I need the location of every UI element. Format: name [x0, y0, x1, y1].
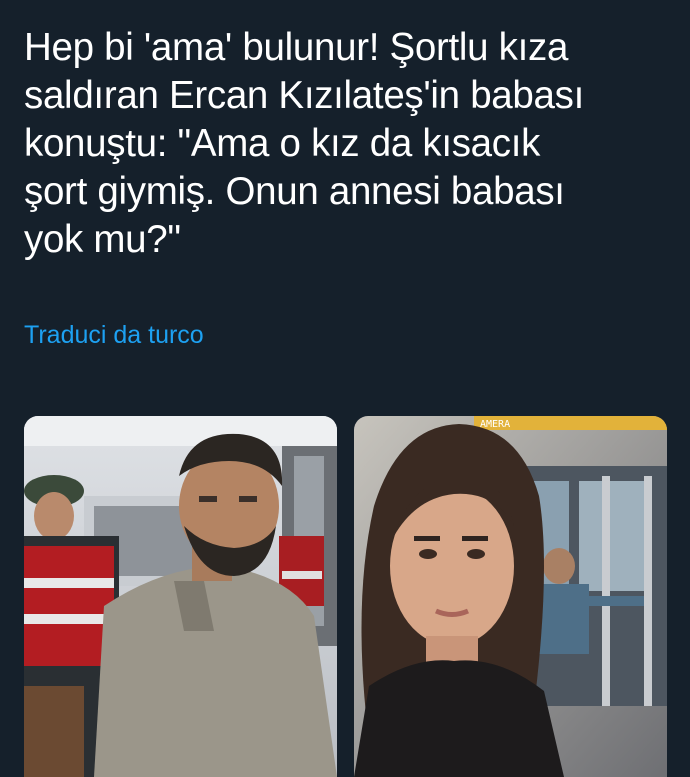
photo-illustration-man — [24, 416, 337, 777]
camera-overlay-text: AMERA — [480, 419, 510, 430]
tweet-text-line: saldıran Ercan Kızılateş'in babası — [24, 74, 584, 117]
tweet-text: Hep bi 'ama' bulunur! Şortlu kıza saldır… — [24, 24, 654, 264]
tweet-photo-right[interactable]: AMERA — [354, 416, 667, 777]
translate-link[interactable]: Traduci da turco — [24, 319, 204, 351]
tweet-photo-left[interactable] — [24, 416, 337, 777]
photo-illustration-woman: AMERA — [354, 416, 667, 777]
tweet-media-grid: AMERA — [24, 416, 667, 777]
tweet-screen: Hep bi 'ama' bulunur! Şortlu kıza saldır… — [0, 0, 690, 777]
tweet-text-line: Hep bi 'ama' bulunur! Şortlu kıza — [24, 26, 569, 69]
tweet-text-line: yok mu?" — [24, 218, 181, 261]
tweet-text-line: şort giymiş. Onun annesi babası — [24, 170, 565, 213]
tweet-text-line: konuştu: "Ama o kız da kısacık — [24, 122, 541, 165]
